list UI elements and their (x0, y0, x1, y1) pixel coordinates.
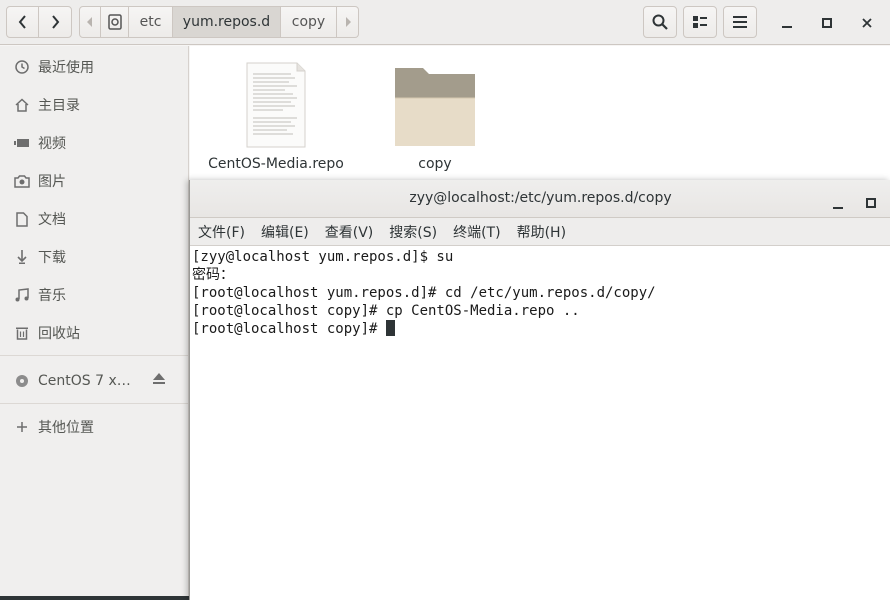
terminal-window: zyy@localhost:/etc/yum.repos.d/copy 文件(F… (189, 180, 890, 600)
drive-icon (107, 14, 122, 30)
sidebar-item-documents[interactable]: 文档 (0, 201, 188, 237)
maximize-button[interactable] (817, 13, 837, 33)
menu-terminal[interactable]: 终端(T) (445, 222, 508, 242)
disc-icon (14, 373, 30, 389)
home-icon (14, 97, 30, 113)
terminal-line: [root@localhost copy]# cp CentOS-Media.r… (192, 303, 580, 319)
terminal-prompt: [root@localhost copy]# (192, 321, 386, 337)
arrow-left-icon (87, 17, 92, 27)
camera-icon (14, 173, 30, 189)
minimize-icon (782, 26, 792, 28)
path-scroll-left-button[interactable] (79, 6, 101, 38)
music-icon (14, 287, 30, 303)
maximize-icon (822, 18, 832, 28)
menu-button[interactable] (723, 6, 757, 38)
sidebar-item-trash[interactable]: 回收站 (0, 315, 188, 351)
sidebar-item-label: CentOS 7 x… (38, 373, 131, 389)
path-scroll-right-button[interactable] (337, 6, 359, 38)
sidebar: 最近使用 主目录 视频 图片 文档 下载 音乐 回收站 CentOS 7 x… … (0, 46, 189, 600)
sidebar-item-recent[interactable]: 最近使用 (0, 49, 188, 85)
sidebar-item-home[interactable]: 主目录 (0, 87, 188, 123)
terminal-output[interactable]: [zyy@localhost yum.repos.d]$ su 密码： [roo… (190, 246, 890, 600)
forward-button[interactable] (38, 6, 72, 38)
sidebar-item-label: 最近使用 (38, 60, 94, 76)
minimize-icon (833, 207, 843, 209)
sidebar-item-label: 图片 (38, 174, 66, 190)
file-item-centos-media-repo[interactable]: CentOS-Media.repo (208, 62, 344, 172)
terminal-line: 密码： (192, 267, 234, 283)
search-button[interactable] (643, 6, 677, 38)
sidebar-item-label: 主目录 (38, 98, 80, 114)
terminal-minimize-button[interactable] (833, 194, 845, 209)
chevron-right-icon (52, 15, 60, 29)
sidebar-divider (0, 403, 188, 404)
video-icon (14, 135, 30, 151)
clock-icon (14, 59, 30, 75)
download-icon (14, 249, 30, 265)
document-icon (14, 211, 30, 227)
menu-file[interactable]: 文件(F) (190, 222, 253, 242)
menu-search[interactable]: 搜索(S) (381, 222, 445, 242)
text-file-icon (246, 62, 306, 148)
sidebar-item-downloads[interactable]: 下载 (0, 239, 188, 275)
sidebar-item-label: 视频 (38, 136, 66, 152)
close-button[interactable] (857, 13, 877, 33)
minimize-button[interactable] (777, 13, 797, 33)
sidebar-item-other-locations[interactable]: 其他位置 (0, 409, 188, 445)
menu-view[interactable]: 查看(V) (317, 222, 382, 242)
back-button[interactable] (6, 6, 39, 38)
sidebar-item-label: 其他位置 (38, 420, 94, 436)
sidebar-item-label: 音乐 (38, 288, 66, 304)
terminal-line: [root@localhost yum.repos.d]# cd /etc/yu… (192, 285, 656, 301)
taskbar-strip (0, 596, 189, 600)
sidebar-item-label: 文档 (38, 212, 66, 228)
path-segment-copy[interactable]: copy (281, 6, 337, 38)
folder-name: copy (418, 156, 452, 172)
sidebar-item-videos[interactable]: 视频 (0, 125, 188, 161)
list-view-icon (693, 16, 707, 28)
sidebar-item-label: 回收站 (38, 326, 80, 342)
sidebar-divider (0, 355, 188, 356)
header-bar: etc yum.repos.d copy (0, 0, 890, 45)
folder-icon (395, 68, 475, 146)
path-root-button[interactable] (101, 6, 129, 38)
maximize-icon (866, 198, 876, 208)
terminal-title: zyy@localhost:/etc/yum.repos.d/copy (409, 190, 672, 206)
view-mode-button[interactable] (683, 6, 717, 38)
arrow-right-icon (345, 17, 351, 27)
terminal-titlebar[interactable]: zyy@localhost:/etc/yum.repos.d/copy (190, 180, 890, 218)
sidebar-item-label: 下载 (38, 250, 66, 266)
trash-icon (14, 325, 30, 341)
terminal-cursor (385, 320, 395, 336)
menu-edit[interactable]: 编辑(E) (253, 222, 317, 242)
path-segment-yum-repos-d[interactable]: yum.repos.d (173, 6, 281, 38)
plus-icon (14, 419, 30, 435)
sidebar-item-pictures[interactable]: 图片 (0, 163, 188, 199)
menu-help[interactable]: 帮助(H) (509, 222, 574, 242)
sidebar-item-centos-disc[interactable]: CentOS 7 x… (0, 363, 188, 399)
sidebar-item-music[interactable]: 音乐 (0, 277, 188, 313)
terminal-maximize-button[interactable] (866, 193, 878, 208)
chevron-left-icon (18, 15, 26, 29)
terminal-prompt-line: [root@localhost copy]# (192, 320, 890, 338)
file-name: CentOS-Media.repo (208, 156, 344, 172)
terminal-menubar: 文件(F) 编辑(E) 查看(V) 搜索(S) 终端(T) 帮助(H) (190, 218, 890, 246)
hamburger-icon (733, 16, 747, 28)
path-bar: etc yum.repos.d copy (79, 6, 359, 38)
file-item-copy-folder[interactable]: copy (380, 66, 490, 172)
terminal-line: [zyy@localhost yum.repos.d]$ su (192, 249, 454, 265)
search-icon (652, 14, 668, 30)
eject-icon[interactable] (152, 373, 168, 389)
close-icon (862, 18, 872, 28)
path-segment-etc[interactable]: etc (129, 6, 173, 38)
